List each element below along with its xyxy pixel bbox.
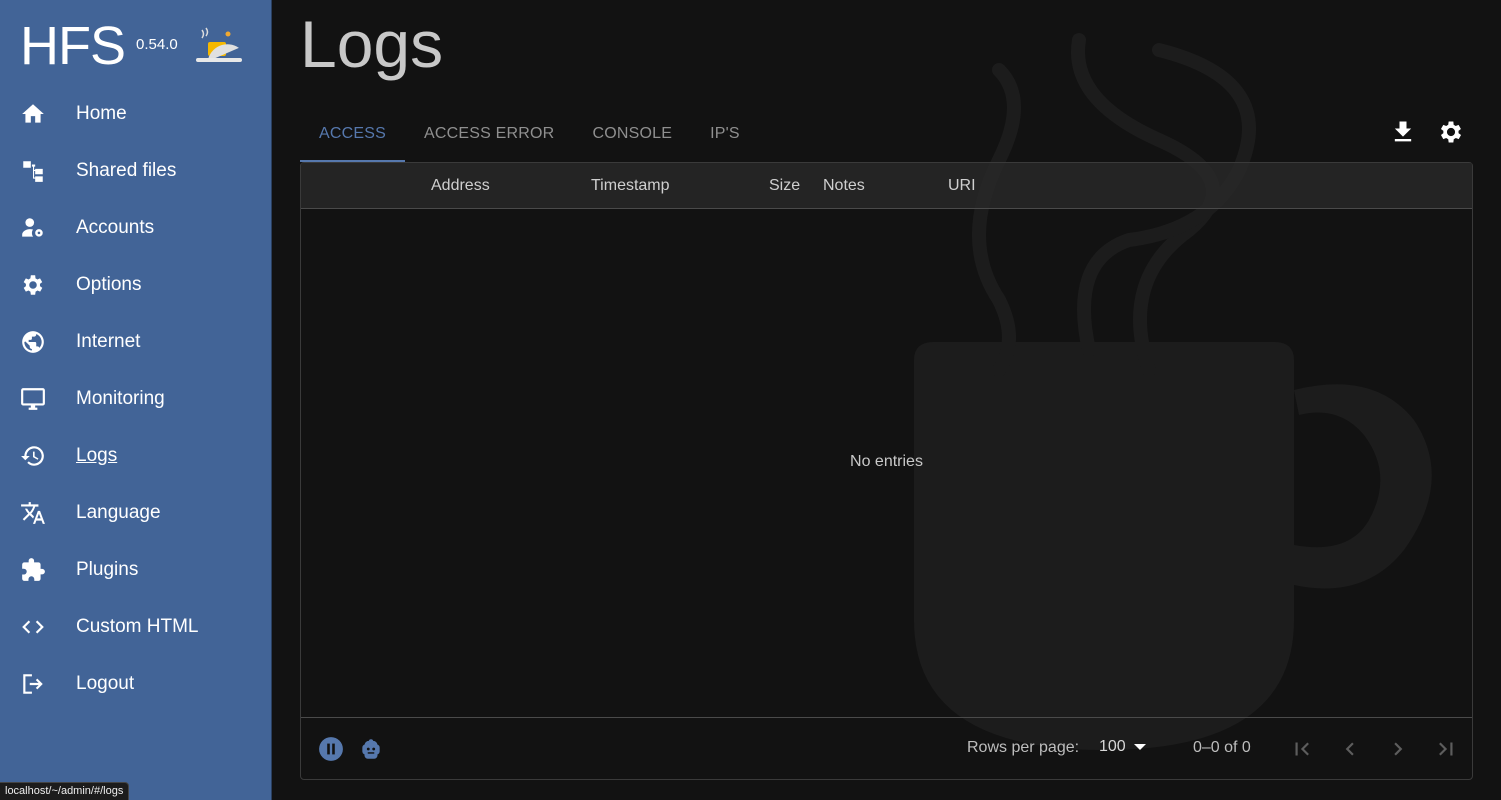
sidebar-item-label: Home [76,102,127,124]
download-button[interactable] [1389,118,1417,146]
last-page-button[interactable] [1433,736,1459,762]
globe-icon [20,329,46,355]
puzzle-icon [20,557,46,583]
history-icon [20,443,46,469]
caret-down-icon [1133,744,1146,750]
sidebar-nav: Home Shared files Accounts Options Inter… [0,85,272,712]
settings-button[interactable] [1437,118,1465,146]
sidebar-item-label: Custom HTML [76,615,199,637]
status-bar-url: localhost/~/admin/#/logs [0,782,130,800]
next-page-button[interactable] [1385,736,1411,762]
tab-ips[interactable]: IP'S [691,106,759,162]
manage-accounts-icon [20,215,46,241]
sidebar-item-label: Accounts [76,216,155,238]
tab-access-error[interactable]: ACCESS ERROR [405,106,573,162]
bot-filter-button[interactable] [358,736,384,762]
monitor-icon [20,386,46,412]
log-tabs: ACCESS ACCESS ERROR CONSOLE IP'S [300,106,759,162]
sidebar-item-accounts[interactable]: Accounts [0,199,272,256]
gear-icon [1440,121,1462,143]
cloche-icon [196,27,242,62]
pause-icon [319,737,343,761]
brand-name: HFS [20,16,126,76]
sidebar-item-plugins[interactable]: Plugins [0,541,272,598]
rows-per-page-select[interactable]: 100 [1099,738,1146,756]
gear-icon [20,272,46,298]
sidebar-item-shared-files[interactable]: Shared files [0,142,272,199]
column-header-uri[interactable]: URI [948,163,976,209]
tab-console[interactable]: CONSOLE [573,106,691,162]
column-header-notes[interactable]: Notes [823,163,865,209]
pause-button[interactable] [318,736,344,762]
grid-footer: Rows per page: 100 0–0 of 0 [301,717,1472,779]
home-icon [20,101,46,127]
sidebar-item-language[interactable]: Language [0,484,272,541]
brand-version: 0.54.0 [136,36,178,53]
previous-page-button[interactable] [1337,736,1363,762]
pagination-controls [1289,736,1459,762]
sidebar-item-options[interactable]: Options [0,256,272,313]
logout-icon [20,671,46,697]
sidebar-item-internet[interactable]: Internet [0,313,272,370]
column-header-address[interactable]: Address [431,163,490,209]
code-icon [20,614,46,640]
pagination-range: 0–0 of 0 [1193,739,1251,756]
sidebar-item-monitoring[interactable]: Monitoring [0,370,272,427]
rows-per-page-value: 100 [1099,738,1126,755]
sidebar-item-label: Plugins [76,558,139,580]
sidebar-item-home[interactable]: Home [0,85,272,142]
sidebar-item-label: Language [76,501,161,523]
main-content: Logs ACCESS ACCESS ERROR CONSOLE IP'S Ad… [272,0,1501,800]
sidebar-item-label: Internet [76,330,141,352]
sidebar-item-label: Options [76,273,142,295]
translate-icon [20,500,46,526]
sidebar-item-label: Shared files [76,159,177,181]
first-page-icon [1295,742,1309,756]
download-icon [1394,121,1412,142]
sidebar: HFS 0.54.0 Home Shared files Accounts Op… [0,0,272,800]
chevron-left-icon [1345,742,1354,756]
brand: HFS 0.54.0 [20,14,260,84]
first-page-button[interactable] [1289,736,1315,762]
log-toolbar [1389,118,1465,146]
empty-message: No entries [850,453,923,470]
sidebar-item-custom-html[interactable]: Custom HTML [0,598,272,655]
column-header-timestamp[interactable]: Timestamp [591,163,670,209]
grid-header: Address Timestamp Size Notes URI [301,163,1472,209]
column-header-size[interactable]: Size [769,163,800,209]
sidebar-item-label: Monitoring [76,387,165,409]
sidebar-item-label: Logout [76,672,135,694]
sidebar-item-logs[interactable]: Logs [0,427,272,484]
tab-access[interactable]: ACCESS [300,106,405,162]
sidebar-item-logout[interactable]: Logout [0,655,272,712]
chevron-right-icon [1394,742,1403,756]
file-tree-icon [20,158,46,184]
log-grid: Address Timestamp Size Notes URI No entr… [300,162,1473,780]
sidebar-item-label: Logs [76,444,118,466]
rows-per-page-label: Rows per page: [967,739,1080,756]
robot-icon [362,739,380,759]
last-page-icon [1439,742,1453,756]
page-title: Logs [300,7,444,81]
